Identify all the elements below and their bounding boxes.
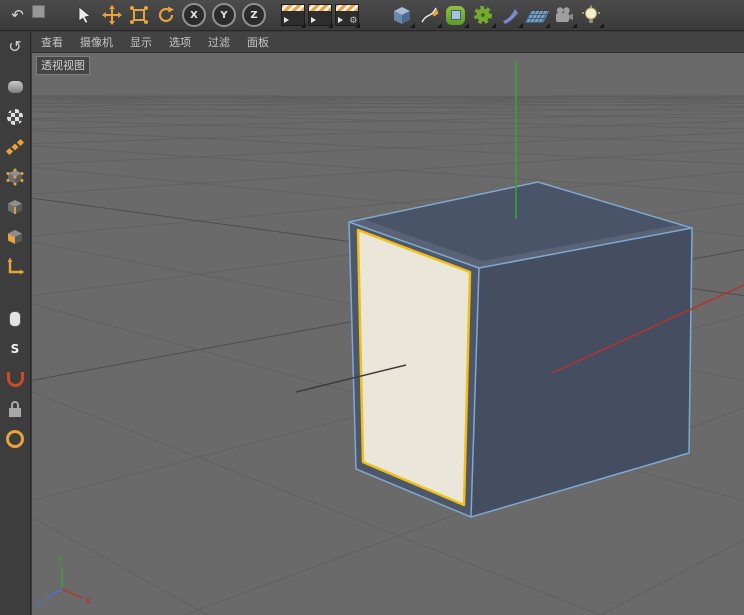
add-generator-button[interactable] [469, 2, 496, 28]
viewport-canvas[interactable]: Y X Z 透视视图 [32, 53, 744, 615]
scale-icon [129, 6, 148, 24]
render-picture-viewer-icon [307, 4, 332, 26]
pen-icon [420, 7, 438, 23]
viewport-menubar: 查看 摄像机 显示 选项 过滤 面板 [32, 32, 744, 53]
scene-3d-view: Y X Z [32, 61, 744, 615]
viewport-menu-filter[interactable]: 过滤 [208, 34, 230, 50]
color-swatch[interactable] [32, 4, 45, 18]
magnet-icon [6, 371, 24, 387]
lock-workplane-button[interactable] [2, 396, 28, 422]
polygon-mode-button[interactable] [2, 224, 28, 250]
viewport-menu-cameras[interactable]: 摄像机 [80, 34, 113, 50]
point-mode-icon [6, 168, 24, 186]
cube-primitive-icon [393, 7, 410, 24]
move-tool-button[interactable] [98, 2, 125, 28]
gizmo-z-axis [45, 588, 63, 600]
quantize-button[interactable] [2, 366, 28, 392]
add-camera-button[interactable] [550, 2, 577, 28]
lock-y-axis-button[interactable]: Y [212, 3, 236, 27]
live-selection-button[interactable] [71, 2, 98, 28]
add-spline-button[interactable] [415, 2, 442, 28]
viewport-label[interactable]: 透视视图 [36, 56, 90, 75]
add-subdivision-surface-button[interactable] [442, 2, 469, 28]
add-deformer-button[interactable] [496, 2, 523, 28]
floor-grid-icon [524, 10, 549, 23]
cube-object [348, 181, 693, 518]
move-icon [101, 5, 122, 25]
texture-mode-button[interactable] [2, 104, 28, 130]
render-picture-viewer-button[interactable] [306, 2, 333, 28]
gizmo-x-label: X [85, 597, 91, 607]
undo-icon: ↶ [11, 5, 24, 24]
render-view-button[interactable] [279, 2, 306, 28]
viewport-menu-options[interactable]: 选项 [169, 34, 191, 50]
snap-icon: S [10, 342, 20, 356]
texture-mode-icon [7, 109, 23, 125]
lock-x-axis-button[interactable]: X [182, 3, 206, 27]
axis-mode-icon [7, 257, 25, 275]
cinema4d-window: ↶ X Y Z ⚙ ↺ S 查看 摄像机 显示 选项 过滤 面板 Y X Z 透… [0, 0, 744, 615]
point-mode-button[interactable] [2, 164, 28, 190]
render-view-icon [280, 4, 305, 26]
light-bulb-icon [581, 5, 600, 23]
add-light-button[interactable] [577, 2, 604, 28]
viewport-solo-button[interactable] [2, 306, 28, 332]
polygon-mode-icon [8, 230, 22, 244]
render-settings-icon: ⚙ [334, 4, 359, 26]
generator-gear-icon [473, 6, 492, 24]
gizmo-x-axis [61, 588, 83, 599]
workplane-button[interactable] [2, 426, 28, 452]
left-toolbar: ↺ S [0, 32, 31, 615]
world-axis-gizmo: Y X Z [36, 556, 91, 610]
rotate-tool-button[interactable] [152, 2, 179, 28]
make-editable-button[interactable]: ↺ [2, 34, 28, 60]
add-cube-button[interactable] [388, 2, 415, 28]
edge-mode-button[interactable] [2, 194, 28, 220]
rotate-icon [158, 6, 174, 23]
workplane-mode-icon [5, 138, 25, 156]
snap-button[interactable]: S [2, 336, 28, 362]
lock-x-label: X [190, 9, 198, 21]
top-toolbar: ↶ X Y Z ⚙ [0, 0, 744, 31]
deformer-icon [502, 9, 518, 24]
viewport-area: 查看 摄像机 显示 选项 过滤 面板 Y X Z 透视视图 [32, 32, 744, 615]
gizmo-z-label: Z [36, 600, 42, 610]
scale-tool-button[interactable] [125, 2, 152, 28]
make-editable-icon: ↺ [8, 37, 22, 56]
add-floor-button[interactable] [523, 2, 550, 28]
edge-mode-icon [8, 200, 22, 214]
selected-polygon[interactable] [356, 228, 472, 507]
model-mode-icon [7, 81, 23, 93]
cursor-icon [78, 6, 91, 24]
viewport-menu-panel[interactable]: 面板 [247, 34, 269, 50]
subdivision-surface-icon [446, 5, 465, 25]
model-mode-button[interactable] [2, 74, 28, 100]
cube-right-face[interactable] [471, 228, 692, 517]
gizmo-y-label: Y [56, 556, 63, 566]
render-settings-button[interactable]: ⚙ [333, 2, 360, 28]
viewport-menu-display[interactable]: 显示 [130, 34, 152, 50]
lock-z-axis-button[interactable]: Z [242, 3, 266, 27]
lock-y-label: Y [220, 9, 228, 21]
lock-z-label: Z [250, 9, 258, 21]
undo-button[interactable]: ↶ [4, 2, 31, 28]
mouse-icon [9, 311, 21, 327]
workplane-mode-button[interactable] [2, 134, 28, 160]
workplane-ring-icon [6, 430, 24, 448]
lock-icon [9, 401, 21, 417]
axis-mode-button[interactable] [2, 254, 28, 280]
camera-icon [555, 7, 573, 22]
viewport-menu-view[interactable]: 查看 [41, 34, 63, 50]
